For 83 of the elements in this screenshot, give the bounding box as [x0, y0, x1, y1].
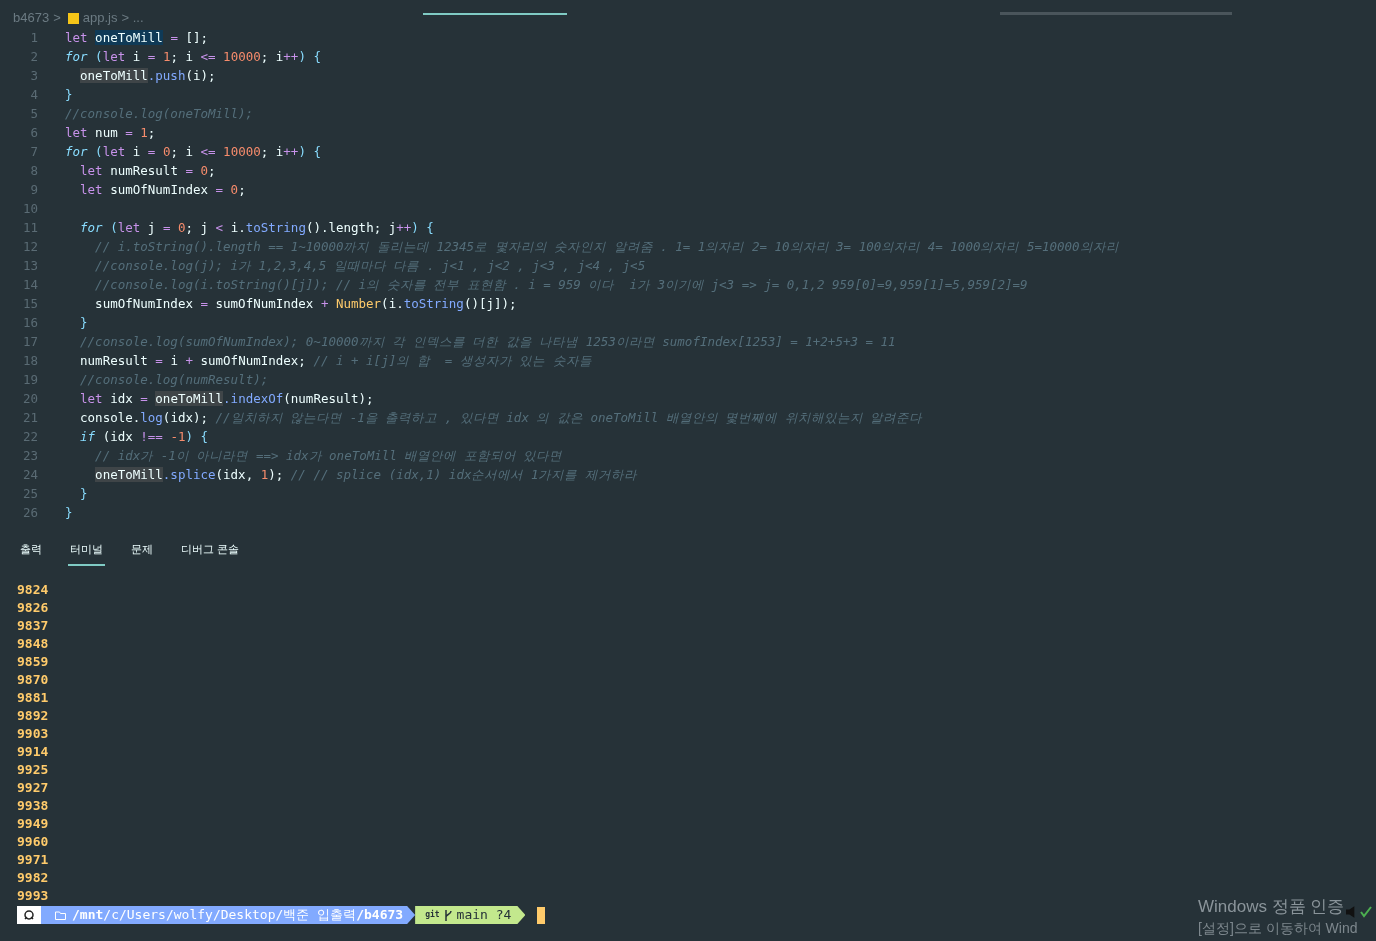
code-line: }	[79, 485, 88, 504]
line-number: 25	[21, 485, 38, 504]
code-line: }	[79, 314, 88, 333]
output-line: 9870	[17, 671, 50, 689]
output-line: 9938	[17, 797, 50, 815]
code-line: let idx = oneToMill.indexOf(numResult);	[79, 390, 374, 409]
branch-name: main ?4	[456, 906, 512, 925]
output-line: 9848	[17, 635, 50, 653]
line-number: 12	[21, 238, 38, 257]
line-number: 21	[21, 409, 38, 428]
code-line: // idx가 -1이 아니라면 ==> idx가 oneToMill 배열안에 포함되어 있다면	[94, 447, 563, 466]
line-number: 24	[21, 466, 38, 485]
output-line: 9914	[17, 743, 50, 761]
code-line: // i.toString().length == 1~10000까지 돌리는데 12345로 몇자리의 숫자인지 알려줌 . 1= 1의자리 2= 10의자리 3= 100의자리 4= 1000의자리 5=10000의자리	[94, 238, 1119, 257]
code-line: }	[65, 504, 73, 523]
line-number: 26	[21, 504, 38, 523]
git-label: git	[425, 909, 440, 921]
line-number: 19	[21, 371, 38, 390]
line-number: 14	[21, 276, 38, 295]
output-line: 9960	[17, 833, 50, 851]
line-number: 7	[29, 143, 38, 162]
output-line: 9903	[17, 725, 50, 743]
line-number: 17	[21, 333, 38, 352]
output-line: 9859	[17, 653, 50, 671]
code-line: //console.log(i.toString()[j]); // i의 숫자를 전부 표현함 . i = 959 이다 i가 3이기에 j<3 => j= 0,1,2 959[0]=9,959[1]=5,959[2]=9	[94, 276, 1028, 295]
code-line: //console.log(sumOfNumIndex); 0~10000까지 각 인덱스를 더한 값을 나타냄 1253이라면 sumofIndex[1253] = 1+2+5+3 = 11	[79, 333, 896, 352]
code-line: let sumOfNumIndex = 0;	[79, 181, 246, 200]
branch-icon	[443, 908, 453, 922]
code-line: for (let i = 0; i <= 10000; i++) {	[65, 143, 321, 162]
line-number: 22	[21, 428, 38, 447]
code-line: let numResult = 0;	[79, 162, 216, 181]
code-line: }	[65, 86, 73, 105]
code-line: for (let j = 0; j < i.toString().length; j++) {	[79, 219, 434, 238]
code-line: let oneToMill = [];	[65, 29, 208, 48]
line-number: 5	[29, 105, 38, 124]
breadcrumb-separator: >	[53, 9, 61, 28]
output-line: 9949	[17, 815, 50, 833]
code-line: oneToMill.push(i);	[79, 67, 216, 86]
code-line: for (let i = 1; i <= 10000; i++) {	[65, 48, 321, 67]
activation-message: [설정]으로 이동하여 Wind	[1198, 919, 1358, 937]
line-number: 8	[29, 162, 38, 181]
output-line: 9925	[17, 761, 50, 779]
output-line: 9826	[17, 599, 50, 617]
output-line: 9881	[17, 689, 50, 707]
code-line: console.log(idx); //일치하지 않는다면 -1을 출력하고 , 있다면 idx 의 값은 oneToMill 배열안의 몇번째에 위치해있는지 알려준다	[79, 409, 923, 428]
output-line: 9892	[17, 707, 50, 725]
line-number: 18	[21, 352, 38, 371]
code-line: oneToMill.splice(idx, 1); // // splice (idx,1) idx순서에서 1가지를 제거하라	[94, 466, 637, 485]
line-number: 11	[21, 219, 38, 238]
line-number: 13	[21, 257, 38, 276]
output-line: 9993	[17, 887, 50, 905]
panel-tab[interactable]: 디버그 콘솔	[179, 541, 242, 566]
line-number: 6	[29, 124, 38, 143]
line-number: 4	[29, 86, 38, 105]
panel-tab[interactable]: 출력	[18, 541, 44, 566]
check-icon[interactable]	[1360, 906, 1372, 918]
output-line: 9971	[17, 851, 50, 869]
panel-tab[interactable]: 터미널	[68, 541, 105, 566]
terminal-cursor	[537, 906, 546, 924]
path-text: /mnt/c/Users/wolfy/Desktop/백준 입출력/b4673	[72, 906, 404, 925]
code-line: if (idx !== -1) {	[79, 428, 209, 447]
code-line: sumOfNumIndex = sumOfNumIndex + Number(i.toString()[j]);	[94, 295, 517, 314]
line-number: 20	[21, 390, 38, 409]
line-number: 2	[29, 48, 38, 67]
code-line: let num = 1;	[65, 124, 156, 143]
line-number: 1	[29, 29, 38, 48]
code-line: //console.log(numResult);	[79, 371, 269, 390]
output-line: 9927	[17, 779, 50, 797]
line-number: 3	[29, 67, 38, 86]
line-number: 16	[21, 314, 38, 333]
folder-icon	[55, 910, 66, 920]
line-number: 23	[21, 447, 38, 466]
code-line: numResult = i + sumOfNumIndex; // i + i[j]의 합 = 생성자가 있는 숫자들	[79, 352, 592, 371]
code-line: //console.log(j); i가 1,2,3,4,5 일때마다 다름 . j<1 , j<2 , j<3 , j<4 , j<5	[94, 257, 646, 276]
output-line: 9982	[17, 869, 50, 887]
line-number: 9	[29, 181, 38, 200]
output-line: 9837	[17, 617, 50, 635]
output-line: 9824	[17, 581, 50, 599]
code-line: //console.log(oneToMill);	[65, 105, 254, 124]
line-number: 15	[21, 295, 38, 314]
activation-title: Windows 정품 인증	[1198, 896, 1345, 918]
panel-tab[interactable]: 문제	[129, 541, 155, 566]
line-number: 10	[21, 200, 38, 219]
